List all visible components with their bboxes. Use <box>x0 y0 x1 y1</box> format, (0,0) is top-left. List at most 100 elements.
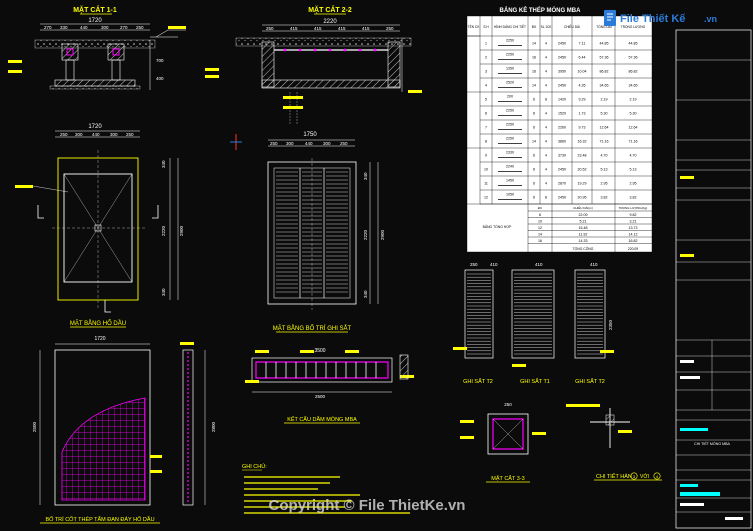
table-cell-weight: 3.82 <box>630 196 637 200</box>
summary-cell: 11.92 <box>579 232 588 236</box>
table-cell: 1450 <box>506 179 514 183</box>
grate-v340-b: 340 <box>363 290 368 298</box>
section-1-1: MẶT CẮT 1-1 1720 270 330 440 300 270 250… <box>8 5 186 90</box>
table-cell: 10 <box>484 168 488 172</box>
weld-title: CHI TIẾT HÀN <box>596 473 632 480</box>
table-cell: 1350 <box>506 67 514 71</box>
pit-v2220: 2220 <box>161 225 166 236</box>
section-2-2-title: MẶT CẮT 2-2 <box>308 5 352 14</box>
summary-cell: 3.21 <box>630 219 637 223</box>
table-cell-weight: 34.65 <box>629 84 638 88</box>
table-cell: 6.44 <box>579 56 586 60</box>
table-cell: 20.95 <box>578 196 587 200</box>
table-cell: 5.13 <box>601 168 608 172</box>
summary-cell: 14 <box>538 232 542 236</box>
grate-detail-frame <box>574 269 606 359</box>
title-block: CHI TIẾT MÓNG MBA <box>675 29 752 529</box>
summary-title: BẢNG TỔNG HỢP <box>483 224 513 229</box>
total-label: TỔNG CỘNG <box>573 246 594 251</box>
summary-cell: 12 <box>538 226 542 230</box>
table-cell: 4 <box>545 112 547 116</box>
table-cell: 5.30 <box>601 112 608 116</box>
grate-part-3: 440 <box>305 141 313 146</box>
summary-cell: 14.12 <box>629 232 638 236</box>
table-cell: 2250 <box>506 39 514 43</box>
table-cell: 4 <box>545 140 547 144</box>
table-cell: 4.26 <box>579 84 586 88</box>
sec11-part-4: 300 <box>101 25 109 30</box>
table-cell-weight: 5.30 <box>630 112 637 116</box>
table-cell-weight: 4.70 <box>630 154 637 158</box>
table-cell-weight: 5.13 <box>630 168 637 172</box>
summary-cell: 13.73 <box>629 226 638 230</box>
side-height-dim: 2800 <box>211 421 216 432</box>
title-block-project: CHI TIẾT MÓNG MBA <box>694 441 730 446</box>
table-cell: 7 <box>485 126 487 130</box>
table-cell: 6 <box>533 154 535 158</box>
table-cell: 2250 <box>506 137 514 141</box>
section-2-2: MẶT CẮT 2-2 2220 250 415 415 415 415 250 <box>205 5 422 125</box>
table-cell: 4 <box>545 182 547 186</box>
table-cell: 10.04 <box>578 70 587 74</box>
pit-part-1: 250 <box>60 132 68 137</box>
table-cell: 1050 <box>506 193 514 197</box>
grate-v2900: 2900 <box>380 229 385 240</box>
table-cell: 2450 <box>558 56 566 60</box>
sec11-level-tag-2 <box>8 70 22 73</box>
summary-cell: 16 <box>538 239 542 243</box>
logo-text: File Thiết Kế <box>620 13 686 25</box>
table-cell: 4 <box>485 84 487 88</box>
grate-details: 250 410 410 410 2350 GHI SẮT T2 GHI SẮT … <box>453 262 614 385</box>
sec11-beam-right <box>107 43 125 61</box>
table-cell: 4.70 <box>601 154 608 158</box>
pit-v340-a: 340 <box>161 160 166 168</box>
grate-detail-frame <box>464 269 494 359</box>
table-header-cell: TRỌNG LƯỢNG <box>621 25 646 29</box>
cad-drawing-canvas: MẶT CẮT 1-1 1720 270 330 440 300 270 250… <box>8 5 752 529</box>
summary-cell: 6 <box>539 213 541 217</box>
table-cell-weight: 44.85 <box>629 42 638 46</box>
table-cell: 2520 <box>506 81 514 85</box>
table-cell: 14 <box>532 84 536 88</box>
pit-part-3: 440 <box>92 132 100 137</box>
table-cell: 6 <box>533 182 535 186</box>
table-cell: 3860 <box>558 140 566 144</box>
grate-part-1: 250 <box>270 141 278 146</box>
grate-t2b-label: GHI SẮT T2 <box>575 377 605 385</box>
sec22-total-dim: 2220 <box>323 19 337 25</box>
grate-v2220: 2220 <box>363 229 368 240</box>
plan-oil-pit: 1720 250 300 440 300 250 340 2220 340 29… <box>15 124 184 328</box>
table-cell: 4 <box>545 84 547 88</box>
notes-title: GHI CHÚ: <box>242 463 267 470</box>
table-cell-weight: 86.82 <box>629 70 638 74</box>
table-cell: 4 <box>545 70 547 74</box>
sec11-part-2: 330 <box>60 25 68 30</box>
table-cell: 6 <box>533 168 535 172</box>
pit-outline-outer <box>57 157 139 301</box>
logo-suffix: .vn <box>704 14 717 24</box>
svg-text:700: 700 <box>156 58 164 63</box>
sec33-dim: 250 <box>504 402 512 407</box>
sec22-part-1: 250 <box>266 26 274 31</box>
table-cell: 1520 <box>558 112 566 116</box>
slab-title: BỐ TRÍ CỐT THÉP TẤM ĐAN ĐÁY HỐ DẦU <box>45 516 154 523</box>
table-cell: 2450 <box>558 42 566 46</box>
table-cell: 8 <box>485 140 487 144</box>
plan-rebar-grate: 1750 250 300 440 300 250 340 2220 340 29… <box>267 132 385 333</box>
table-cell: 16 <box>532 56 536 60</box>
table-cell: 2870 <box>558 182 566 186</box>
table-cell: 2250 <box>506 109 514 113</box>
grate-detail-frame <box>511 269 555 359</box>
sec22-part-6: 250 <box>386 26 394 31</box>
slab-reinforcement: 1720 2500 BỐ TRÍ CỐT THÉP TẤM ĐAN ĐÁY HỐ… <box>32 336 162 524</box>
table-header-cell: SL 1CK <box>541 25 553 29</box>
table-cell: 1 <box>485 42 487 46</box>
table-cell: 6 <box>533 196 535 200</box>
plan-rebar-title: MẶT BẰNG BỐ TRÍ GHI SẮT <box>273 324 352 332</box>
pit-v340-b: 340 <box>161 288 166 296</box>
table-header-cell: TÊN CK <box>468 24 481 29</box>
table-cell: 2330 <box>506 151 514 155</box>
site-logo: File Thiết Kế .vn <box>604 10 717 26</box>
table-cell-weight: 12.64 <box>629 126 638 130</box>
summary-cell: 14.33 <box>579 239 588 243</box>
